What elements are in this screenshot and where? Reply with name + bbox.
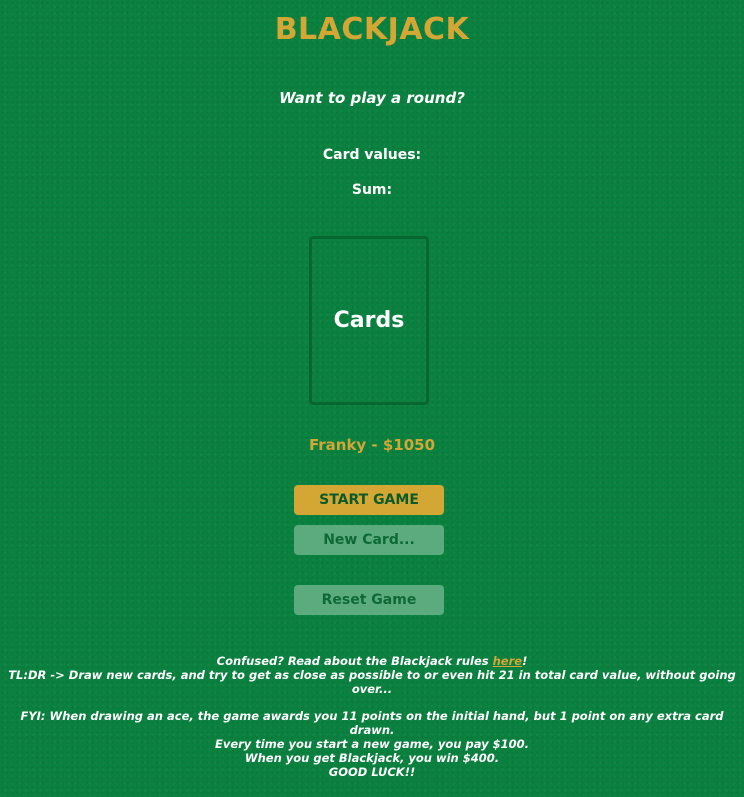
page-title: BLACKJACK — [274, 12, 470, 47]
reset-game-button[interactable]: Reset Game — [294, 585, 444, 615]
confused-suffix: ! — [522, 654, 528, 668]
card-area: Cards — [309, 236, 429, 405]
fyi-line: FYI: When drawing an ace, the game award… — [20, 709, 724, 737]
luck-line: GOOD LUCK!! — [328, 765, 416, 779]
cost-line: Every time you start a new game, you pay… — [214, 737, 530, 751]
card-placeholder-text: Cards — [333, 308, 405, 333]
tldr-line: TL:DR -> Draw new cards, and try to get … — [8, 668, 736, 696]
player-balance: Franky - $1050 — [308, 436, 436, 454]
confused-prefix: Confused? Read about the Blackjack rules — [216, 654, 493, 668]
sum-label: Sum: — [351, 182, 393, 198]
win-line: When you get Blackjack, you win $400. — [244, 751, 500, 765]
confused-line: Confused? Read about the Blackjack rules… — [0, 654, 744, 668]
card-values-label: Card values: — [322, 147, 422, 163]
start-game-button[interactable]: START GAME — [294, 485, 444, 515]
rules-link[interactable]: here — [493, 654, 522, 668]
subtitle: Want to play a round? — [279, 89, 465, 107]
new-card-button[interactable]: New Card... — [294, 525, 444, 555]
rules-info: Confused? Read about the Blackjack rules… — [0, 654, 744, 779]
